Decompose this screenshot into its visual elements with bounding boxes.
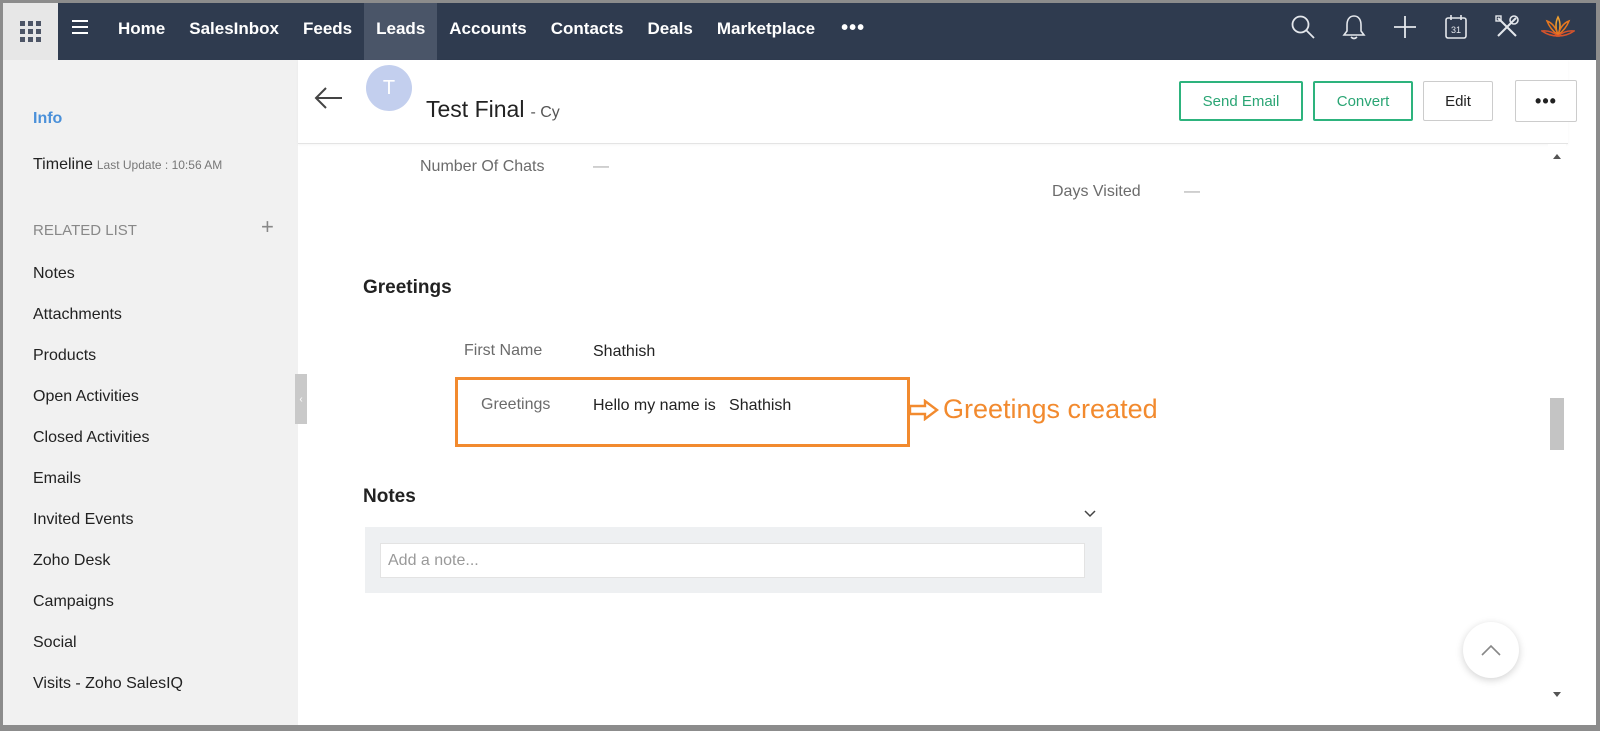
greetings-section-title: Greetings [363, 277, 452, 298]
sidebar-item-closed-activities[interactable]: Closed Activities [33, 428, 183, 469]
more-actions-button[interactable]: ••• [1515, 80, 1577, 122]
timeline-label: Timeline [33, 156, 93, 173]
nav-tabs: Home SalesInbox Feeds Leads Accounts Con… [106, 3, 879, 60]
app-grid-button[interactable] [3, 3, 58, 60]
nav-tab-contacts[interactable]: Contacts [539, 3, 636, 60]
sidebar-item-emails[interactable]: Emails [33, 469, 183, 510]
annotation: Greetings created [909, 394, 1158, 425]
nav-tab-deals[interactable]: Deals [635, 3, 704, 60]
first-name-value[interactable]: Shathish [593, 343, 655, 361]
annotation-text: Greetings created [943, 394, 1158, 424]
nav-tab-feeds[interactable]: Feeds [291, 3, 364, 60]
number-of-chats-value: — [593, 158, 609, 175]
edit-button[interactable]: Edit [1423, 81, 1493, 121]
related-list: Notes Attachments Products Open Activiti… [33, 264, 183, 715]
sidebar-item-social[interactable]: Social [33, 633, 183, 674]
days-visited-value: — [1184, 183, 1200, 200]
notes-section-title: Notes [363, 486, 416, 507]
plus-icon[interactable] [1385, 10, 1425, 44]
greetings-label: Greetings [481, 396, 551, 413]
chevron-down-icon[interactable] [1083, 506, 1097, 518]
number-of-chats-label: Number Of Chats [420, 158, 545, 175]
search-icon[interactable] [1283, 10, 1323, 44]
menu-icon[interactable] [72, 20, 88, 34]
tools-icon[interactable] [1487, 10, 1527, 44]
arrow-right-icon [909, 398, 939, 421]
sidebar-info-link[interactable]: Info [33, 110, 62, 128]
sidebar-timeline-link[interactable]: Timeline Last Update : 10:56 AM [33, 156, 222, 174]
scroll-to-top-button[interactable] [1463, 622, 1519, 678]
notes-panel [365, 527, 1102, 593]
avatar: T [366, 65, 412, 111]
add-related-list-button[interactable]: + [261, 216, 274, 238]
nav-tab-leads[interactable]: Leads [364, 3, 438, 60]
nav-tab-accounts[interactable]: Accounts [437, 3, 538, 60]
nav-more-button[interactable]: ••• [827, 3, 879, 60]
calendar-icon[interactable]: 31 [1436, 10, 1476, 44]
bell-icon[interactable] [1334, 10, 1374, 44]
sidebar-item-products[interactable]: Products [33, 346, 183, 387]
sidebar: Info Timeline Last Update : 10:56 AM RELA… [3, 60, 298, 725]
nav-tab-home[interactable]: Home [106, 3, 177, 60]
scroll-down-arrow-icon[interactable] [1553, 692, 1561, 697]
add-note-input[interactable] [380, 543, 1085, 578]
sidebar-item-zoho-desk[interactable]: Zoho Desk [33, 551, 183, 592]
record-header: T Test Final - Cy Send Email Convert Edit… [298, 60, 1577, 144]
nav-icon-group: 31 [1272, 10, 1578, 44]
nav-tab-salesinbox[interactable]: SalesInbox [177, 3, 291, 60]
record-name: Test Final [426, 96, 525, 122]
sidebar-item-visits-salesiq[interactable]: Visits - Zoho SalesIQ [33, 674, 183, 715]
record-title: Test Final - Cy [426, 96, 560, 123]
grid-icon [20, 21, 41, 42]
vertical-scrollbar[interactable] [1548, 144, 1566, 725]
days-visited-label: Days Visited [1052, 183, 1141, 200]
last-update-text: Last Update : 10:56 AM [96, 158, 223, 172]
sidebar-item-attachments[interactable]: Attachments [33, 305, 183, 346]
sidebar-item-invited-events[interactable]: Invited Events [33, 510, 183, 551]
related-list-heading: RELATED LIST [33, 222, 137, 239]
sidebar-item-open-activities[interactable]: Open Activities [33, 387, 183, 428]
greetings-value[interactable]: Hello my name is Shathish [593, 397, 791, 415]
record-subtitle: - Cy [530, 104, 560, 121]
nav-tab-marketplace[interactable]: Marketplace [705, 3, 827, 60]
chevron-up-icon [1481, 644, 1501, 656]
top-nav-bar: Home SalesInbox Feeds Leads Accounts Con… [0, 0, 1600, 60]
send-email-button[interactable]: Send Email [1179, 81, 1303, 121]
calendar-day-label: 31 [1451, 25, 1461, 35]
record-content: Number Of Chats — Days Visited — Greetin… [298, 144, 1548, 725]
lotus-icon[interactable] [1538, 10, 1578, 44]
convert-button[interactable]: Convert [1313, 81, 1413, 121]
back-arrow-icon[interactable] [314, 86, 344, 110]
scrollbar-thumb[interactable] [1550, 398, 1564, 450]
sidebar-item-campaigns[interactable]: Campaigns [33, 592, 183, 633]
sidebar-item-notes[interactable]: Notes [33, 264, 183, 305]
first-name-label: First Name [464, 342, 543, 359]
scroll-up-arrow-icon[interactable] [1553, 154, 1561, 159]
